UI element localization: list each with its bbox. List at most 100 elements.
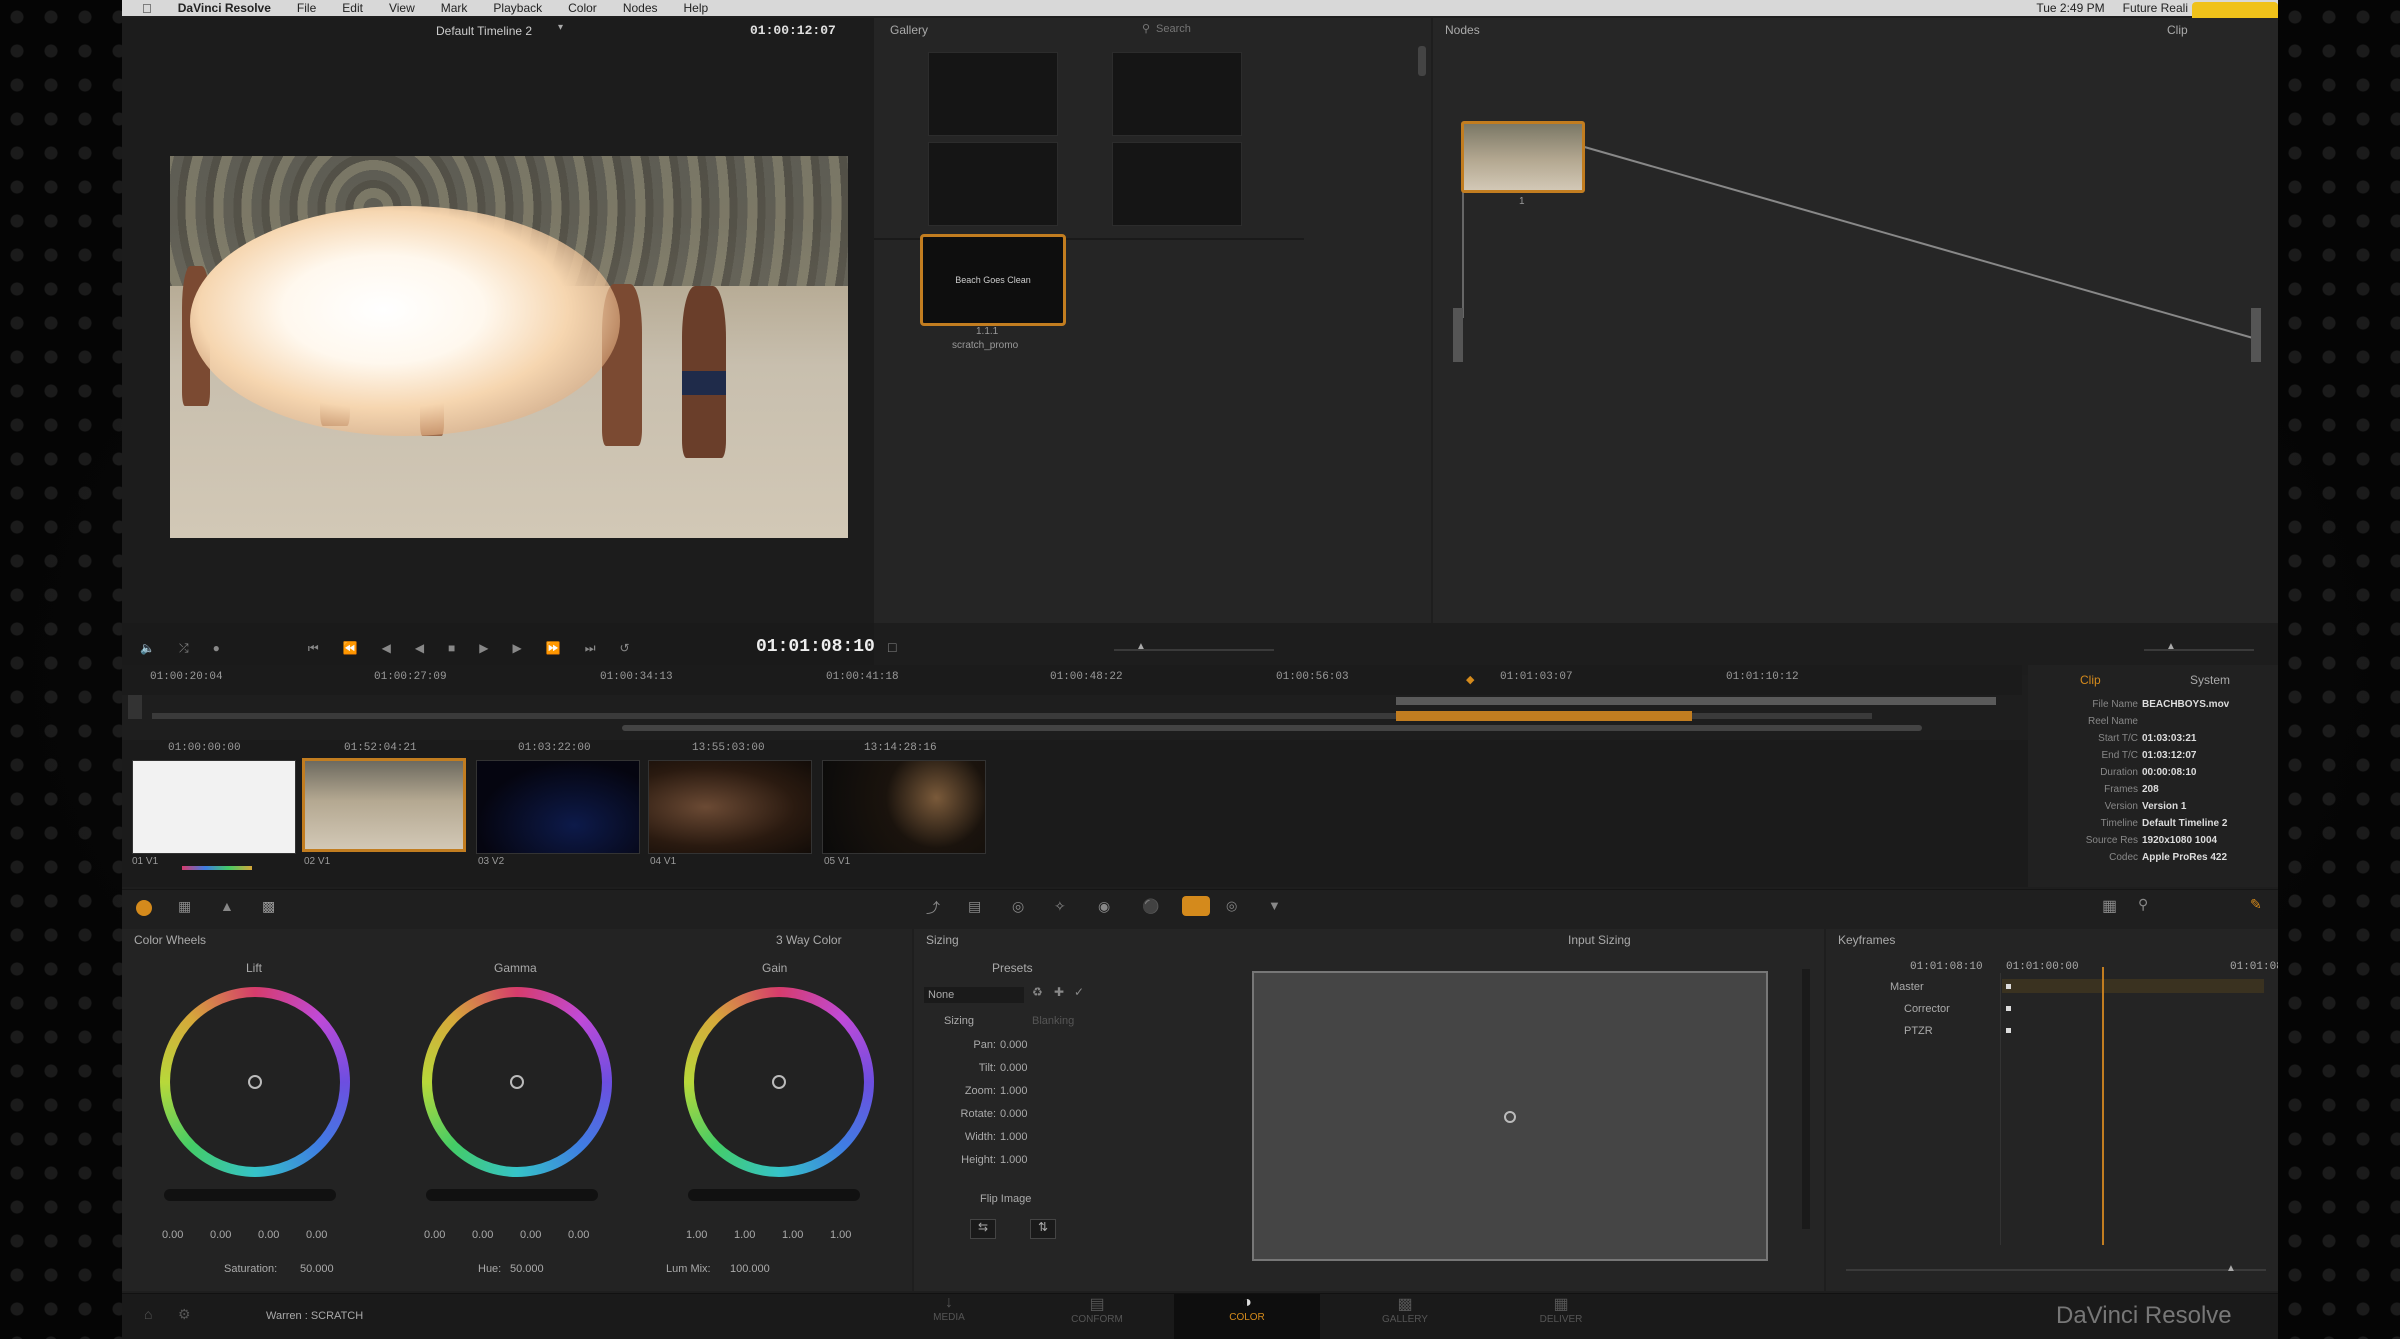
tab-blanking[interactable]: Blanking [1032, 1015, 1074, 1027]
sizing-icon[interactable] [1182, 896, 1210, 916]
menu-app-name[interactable]: DaVinci Resolve [178, 1, 271, 15]
sizing-field-value[interactable]: 1.000 [1000, 1085, 1028, 1097]
tracker-icon[interactable]: ✧ [1054, 898, 1066, 915]
timeline-active-range[interactable] [1396, 711, 1692, 721]
clip-thumbnail[interactable] [822, 760, 986, 854]
track-corrector[interactable]: Corrector [1904, 1003, 1950, 1015]
timeline-name[interactable]: Default Timeline 2 [436, 24, 532, 38]
menu-file[interactable]: File [297, 1, 316, 15]
lift-wheel-handle[interactable] [248, 1075, 262, 1089]
qualifier-icon[interactable]: ▤ [968, 898, 981, 915]
zoom-icon[interactable]: ⚲ [2138, 896, 2148, 913]
keyframe-marker[interactable] [2006, 1006, 2011, 1011]
track-ptzr[interactable]: PTZR [1904, 1025, 1933, 1037]
search-icon[interactable]: ⚲ [1142, 22, 1150, 35]
tab-system[interactable]: System [2190, 673, 2230, 687]
sizing-center-icon[interactable] [1504, 1111, 1516, 1123]
nodes-zoom-handle[interactable]: ▲ [2166, 641, 2176, 652]
play-icon[interactable]: ▶ [479, 641, 488, 656]
menu-view[interactable]: View [389, 1, 415, 15]
prev-clip-icon[interactable]: ⏪ [343, 641, 358, 656]
gain-wheel-handle[interactable] [772, 1075, 786, 1089]
node-source-handle[interactable] [1453, 308, 1463, 362]
menu-playback[interactable]: Playback [493, 1, 542, 15]
page-color[interactable]: ◑ COLOR [1174, 1294, 1320, 1339]
stop-icon[interactable]: ■ [448, 641, 455, 656]
hue-value[interactable]: 50.000 [510, 1263, 544, 1275]
volume-icon[interactable]: ● [213, 641, 220, 656]
menu-mark[interactable]: Mark [441, 1, 468, 15]
settings-icon[interactable]: ⚙ [178, 1306, 191, 1323]
wheel-value[interactable]: 0.00 [210, 1229, 231, 1241]
preset-select[interactable]: None [924, 987, 1024, 1003]
clip-thumbnail[interactable] [648, 760, 812, 854]
timeline-ruler[interactable]: 01:00:20:04 01:00:27:09 01:00:34:13 01:0… [122, 665, 2022, 695]
saturation-value[interactable]: 50.000 [300, 1263, 334, 1275]
lift-master-slider[interactable] [164, 1189, 336, 1201]
lift-wheel[interactable] [160, 987, 350, 1177]
node-corrector[interactable] [1461, 121, 1585, 193]
gamma-wheel[interactable] [422, 987, 612, 1177]
wheel-value[interactable]: 1.00 [830, 1229, 851, 1241]
timeline-dropdown-icon[interactable]: ▾ [558, 22, 563, 33]
data-burn-icon[interactable]: ▼ [1268, 898, 1281, 913]
sizing-field-value[interactable]: 1.000 [1000, 1131, 1028, 1143]
clip-thumbnail[interactable] [476, 760, 640, 854]
tab-sizing[interactable]: Sizing [944, 1015, 974, 1027]
sizing-field-value[interactable]: 0.000 [1000, 1039, 1028, 1051]
menu-help[interactable]: Help [684, 1, 709, 15]
keyframes-playhead[interactable] [2102, 967, 2104, 1245]
key-icon[interactable]: ⚫ [1142, 898, 1159, 915]
prev-frame-icon[interactable]: ◀ [382, 641, 391, 656]
blur-icon[interactable]: ◉ [1098, 898, 1110, 915]
wheel-value[interactable]: 0.00 [520, 1229, 541, 1241]
menu-edit[interactable]: Edit [342, 1, 363, 15]
gain-wheel[interactable] [684, 987, 874, 1177]
preset-add-icon[interactable]: ✚ [1054, 985, 1064, 999]
gamma-wheel-handle[interactable] [510, 1075, 524, 1089]
page-conform[interactable]: ▤ CONFORM [1042, 1294, 1152, 1325]
wheel-value[interactable]: 0.00 [568, 1229, 589, 1241]
page-gallery[interactable]: ▩ GALLERY [1350, 1294, 1460, 1325]
sizing-mode-select[interactable]: Input Sizing [1568, 933, 1631, 947]
viewer-image[interactable] [170, 156, 848, 538]
keyframes-zoom-handle[interactable]: ▲ [2226, 1263, 2236, 1274]
sizing-field-value[interactable]: 1.000 [1000, 1154, 1028, 1166]
loop-toggle-icon[interactable]: ↺ [620, 641, 630, 656]
sizing-scrollbar[interactable] [1802, 969, 1810, 1229]
keyframes-zoom-slider[interactable] [1846, 1269, 2266, 1271]
sizing-preview[interactable] [1252, 971, 1768, 1261]
first-frame-icon[interactable]: ⏮ [308, 641, 319, 656]
audio-icon[interactable]: 🔈 [140, 641, 155, 656]
gallery-view-icon[interactable]: □ [888, 639, 896, 655]
menubar-user[interactable]: Future Reali [2123, 1, 2188, 15]
wheel-value[interactable]: 0.00 [162, 1229, 183, 1241]
curves-icon[interactable]: ⤴ [926, 898, 940, 918]
wheel-value[interactable]: 0.00 [472, 1229, 493, 1241]
gain-master-slider[interactable] [688, 1189, 860, 1201]
home-icon[interactable]: ⌂ [144, 1306, 152, 1322]
keyframe-marker[interactable] [2006, 984, 2011, 989]
wheel-value[interactable]: 1.00 [782, 1229, 803, 1241]
sizing-field-value[interactable]: 0.000 [1000, 1062, 1028, 1074]
flip-vertical-button[interactable]: ⇅ [1030, 1219, 1056, 1239]
tab-clip[interactable]: Clip [2080, 673, 2101, 687]
color-palette-icon[interactable] [136, 900, 152, 916]
gallery-still[interactable]: Beach Goes Clean [920, 234, 1066, 326]
wheel-value[interactable]: 0.00 [424, 1229, 445, 1241]
grid-view-icon[interactable]: ▦ [2102, 896, 2117, 916]
sizing-field-value[interactable]: 0.000 [1000, 1108, 1028, 1120]
timeline-scrollbar[interactable] [622, 725, 1922, 731]
playhead-marker[interactable]: ◆ [1466, 673, 1474, 686]
preset-apply-icon[interactable]: ✓ [1074, 985, 1084, 999]
page-media[interactable]: ↓ MEDIA [894, 1294, 1004, 1323]
gallery-scrollbar[interactable] [1418, 46, 1426, 76]
stereo-icon[interactable]: ◎ [1226, 898, 1237, 914]
last-frame-icon[interactable]: ⏭ [585, 641, 596, 656]
clip-thumbnail[interactable] [132, 760, 296, 854]
gallery-album[interactable] [928, 52, 1058, 136]
wheel-value[interactable]: 1.00 [686, 1229, 707, 1241]
preset-save-icon[interactable]: ♻ [1032, 985, 1043, 999]
menu-nodes[interactable]: Nodes [623, 1, 658, 15]
wheels-mode-select[interactable]: 3 Way Color [776, 933, 842, 947]
